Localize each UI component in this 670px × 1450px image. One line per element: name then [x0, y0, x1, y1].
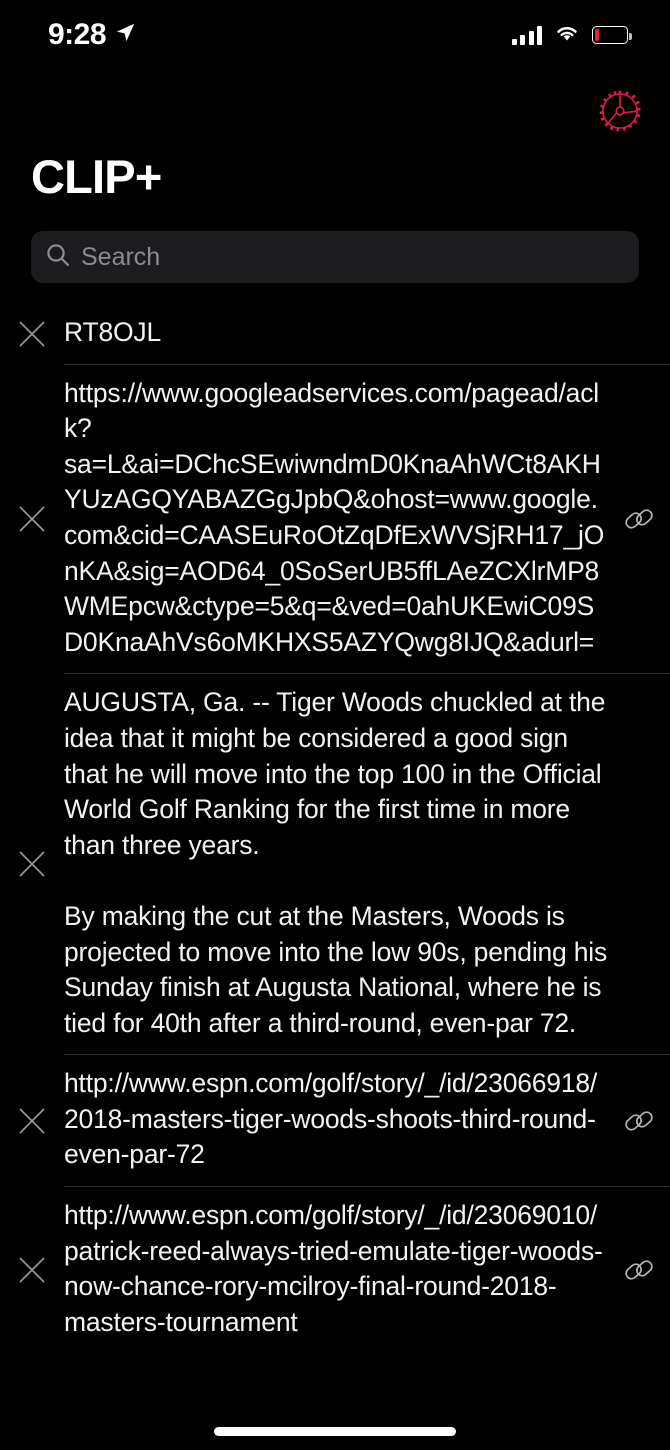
- search-icon: [45, 242, 71, 273]
- list-item-text: https://www.googleadservices.com/pagead/…: [64, 377, 605, 657]
- location-arrow-icon: [115, 22, 136, 48]
- list-item-content[interactable]: http://www.espn.com/golf/story/_/id/2306…: [64, 1187, 608, 1353]
- link-chain-icon[interactable]: [608, 502, 670, 536]
- list-item-content[interactable]: http://www.espn.com/golf/story/_/id/2306…: [64, 1055, 608, 1186]
- status-bar: 9:28: [0, 0, 670, 70]
- wifi-icon: [554, 23, 580, 47]
- list-item[interactable]: http://www.espn.com/golf/story/_/id/2306…: [0, 1055, 670, 1186]
- cellular-signal-icon: [511, 25, 542, 45]
- status-time: 9:28: [48, 18, 107, 51]
- search-placeholder: Search: [81, 242, 161, 271]
- list-item-content[interactable]: https://www.googleadservices.com/pagead/…: [64, 365, 608, 674]
- list-item[interactable]: RT8OJL: [0, 304, 670, 364]
- home-indicator[interactable]: [214, 1427, 456, 1436]
- list-item[interactable]: AUGUSTA, Ga. -- Tiger Woods chuckled at …: [0, 674, 670, 1054]
- status-bar-right: [511, 23, 632, 47]
- app-screen: 9:28 CLIP+ Search RT8OJL https://www.goo…: [0, 0, 670, 1450]
- status-bar-left: 9:28: [48, 20, 136, 50]
- list-item-content[interactable]: RT8OJL: [64, 304, 608, 364]
- battery-low-icon: [592, 26, 632, 44]
- close-icon[interactable]: [0, 848, 64, 880]
- list-item-text: http://www.espn.com/golf/story/_/id/2306…: [64, 1200, 603, 1337]
- list-item-content[interactable]: AUGUSTA, Ga. -- Tiger Woods chuckled at …: [64, 674, 608, 1054]
- list-item[interactable]: http://www.espn.com/golf/story/_/id/2306…: [0, 1187, 670, 1353]
- list-item-text: AUGUSTA, Ga. -- Tiger Woods chuckled at …: [64, 687, 608, 1038]
- link-chain-icon[interactable]: [608, 1104, 670, 1138]
- gear-icon[interactable]: [592, 83, 648, 139]
- close-icon[interactable]: [0, 318, 64, 350]
- close-icon[interactable]: [0, 1254, 64, 1286]
- list-item-text: RT8OJL: [64, 317, 161, 347]
- page-title: CLIP+: [31, 150, 162, 203]
- list-item[interactable]: https://www.googleadservices.com/pagead/…: [0, 365, 670, 674]
- search-input[interactable]: Search: [31, 231, 639, 283]
- link-chain-icon[interactable]: [608, 1253, 670, 1287]
- close-icon[interactable]: [0, 1105, 64, 1137]
- clipboard-list: RT8OJL https://www.googleadservices.com/p…: [0, 304, 670, 1353]
- list-item-text: http://www.espn.com/golf/story/_/id/2306…: [64, 1068, 598, 1170]
- close-icon[interactable]: [0, 503, 64, 535]
